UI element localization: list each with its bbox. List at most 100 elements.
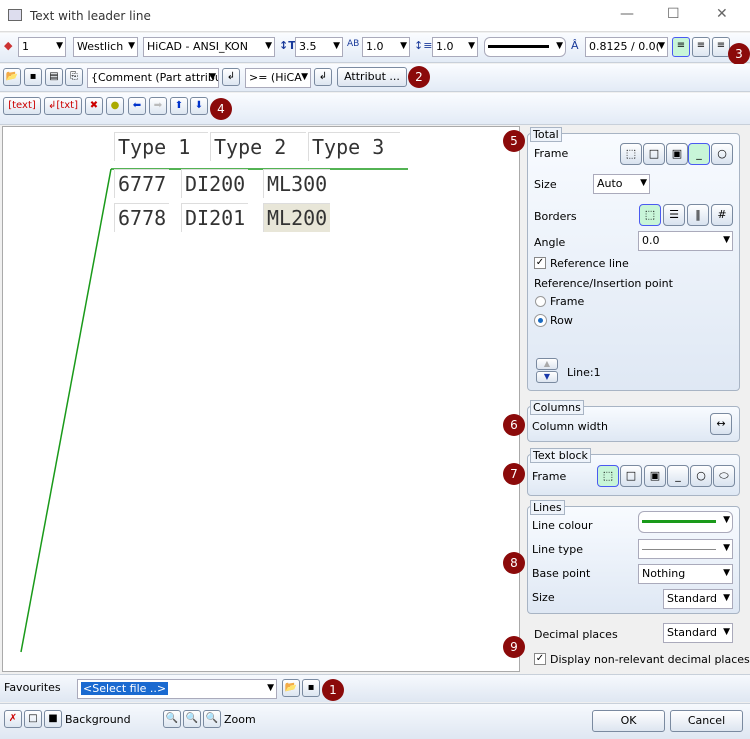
frame-radio[interactable] <box>535 296 546 307</box>
table-cell[interactable]: DI201 <box>181 203 249 232</box>
attribut-button[interactable]: Attribut ... <box>337 67 407 87</box>
display-decimals-checkbox[interactable]: ✓ <box>534 653 546 665</box>
operator-combo[interactable]: >= (HiCA <box>245 68 311 88</box>
font-combo[interactable]: Westlich <box>73 37 138 57</box>
layer-combo[interactable]: 1 <box>18 37 66 57</box>
line-down-button[interactable]: ▼ <box>536 371 558 383</box>
frame-rect-button[interactable]: □ <box>643 143 665 165</box>
tb-frame-rounded-button[interactable]: ⬭ <box>713 465 735 487</box>
borders-none-button[interactable]: ⬚ <box>639 204 661 226</box>
zoom-fit-icon[interactable]: 🔍 <box>203 710 221 728</box>
insert-operator-button[interactable]: ↲ <box>314 68 332 86</box>
badge-6: 6 <box>503 414 525 436</box>
zoom-in-icon[interactable]: 🔍 <box>163 710 181 728</box>
copy-icon[interactable]: ⎘ <box>65 68 83 86</box>
maximize-button[interactable]: ☐ <box>667 6 680 22</box>
zoom-out-icon[interactable]: 🔍 <box>183 710 201 728</box>
badge-1: 1 <box>322 679 344 701</box>
save-icon[interactable]: ▪ <box>24 68 42 86</box>
coins-icon[interactable]: ● <box>106 97 124 115</box>
header-cell[interactable]: Type 1 <box>114 132 208 161</box>
ratio-combo[interactable]: 0.8125 / 0.0( <box>585 37 668 57</box>
line-style-combo[interactable] <box>484 37 566 57</box>
tb-frame-underline-button[interactable]: _ <box>667 465 689 487</box>
table-cell[interactable]: 6778 <box>114 203 170 232</box>
arrow-right-icon[interactable]: ➡ <box>149 97 167 115</box>
bg-none-button[interactable]: ✗ <box>4 710 22 728</box>
frame-circle-button[interactable]: ○ <box>711 143 733 165</box>
height-combo[interactable]: 3.5 <box>295 37 343 57</box>
char-spacing-icon: AB <box>347 39 360 49</box>
text-height-icon: ↕T <box>279 39 296 52</box>
column-width-button[interactable]: ↔ <box>710 413 732 435</box>
base-point-combo[interactable]: Nothing <box>638 564 733 584</box>
align-left-button[interactable]: ≡ <box>672 37 690 57</box>
tb-frame-circle-button[interactable]: ○ <box>690 465 712 487</box>
tb-frame-double-button[interactable]: ▣ <box>644 465 666 487</box>
spacing-combo[interactable]: 1.0 <box>362 37 410 57</box>
borders-vertical-button[interactable]: ‖ <box>687 204 709 226</box>
insert-attribute-button[interactable]: ↲ <box>222 68 240 86</box>
frame-none-button[interactable]: ⬚ <box>620 143 642 165</box>
borders-horizontal-button[interactable]: ☰ <box>663 204 685 226</box>
arrow-left-icon[interactable]: ⬅ <box>128 97 146 115</box>
borders-grid-button[interactable]: # <box>711 204 733 226</box>
table-cell[interactable]: DI200 <box>181 169 249 198</box>
decimal-places-combo[interactable]: Standard <box>663 623 733 643</box>
title-bar: Text with leader line — ☐ ✕ <box>0 0 750 32</box>
favourites-selection: <Select file ..> <box>81 682 169 695</box>
txt-button[interactable]: ↲[txt] <box>44 97 82 115</box>
bg-black-button[interactable]: ■ <box>44 710 62 728</box>
arrow-down-icon[interactable]: ⬇ <box>190 97 208 115</box>
txt-button-label: txt <box>60 100 75 111</box>
size-combo[interactable]: Auto <box>593 174 650 194</box>
badge-5: 5 <box>503 130 525 152</box>
style-combo[interactable]: HiCAD - ANSI_KON <box>143 37 275 57</box>
text-toolbar: [text] ↲[txt] ✖ ● ⬅ ➡ ⬆ ⬇ 4 <box>0 93 750 125</box>
size-label: Size <box>534 178 557 191</box>
badge-3: 3 <box>728 43 750 65</box>
table-cell-selected[interactable]: ML200 <box>263 203 331 232</box>
lines-label: Lines <box>530 500 565 515</box>
lines-size-combo[interactable]: Standard <box>663 589 733 609</box>
columns-label: Columns <box>530 400 584 415</box>
close-button[interactable]: ✕ <box>716 6 728 22</box>
save-favourite-icon[interactable]: ▪ <box>302 679 320 697</box>
load-favourite-icon[interactable]: 📂 <box>282 679 300 697</box>
row-radio[interactable] <box>534 314 547 327</box>
delete-icon[interactable]: ✖ <box>85 97 103 115</box>
display-decimals-label: Display non-relevant decimal places <box>550 653 750 666</box>
paste-icon[interactable]: ▤ <box>45 68 63 86</box>
angle-combo[interactable]: 0.0 <box>638 231 733 251</box>
cancel-button[interactable]: Cancel <box>670 710 743 732</box>
column-width-label: Column width <box>532 420 608 433</box>
open-icon[interactable]: 📂 <box>3 68 21 86</box>
zoom-label: Zoom <box>224 713 256 726</box>
line-colour-combo[interactable] <box>638 511 733 533</box>
reference-line-checkbox[interactable]: ✓ <box>534 257 546 269</box>
frame-double-button[interactable]: ▣ <box>666 143 688 165</box>
table-cell[interactable]: 6777 <box>114 169 170 198</box>
line-colour-label: Line colour <box>532 519 593 532</box>
preview-canvas[interactable]: Type 1 Type 2 Type 3 6777 DI200 ML300 67… <box>2 126 520 672</box>
header-cell[interactable]: Type 2 <box>210 132 306 161</box>
tb-frame-none-button[interactable]: ⬚ <box>597 465 619 487</box>
text-button[interactable]: [text] <box>3 97 41 115</box>
minimize-button[interactable]: — <box>620 6 634 22</box>
table-cell[interactable]: ML300 <box>263 169 331 198</box>
tb-frame-rect-button[interactable]: □ <box>620 465 642 487</box>
footer: ✗ □ ■ Background 🔍 🔍 🔍 Zoom OK Cancel <box>0 703 750 739</box>
line-type-combo[interactable] <box>638 539 733 559</box>
favourites-combo[interactable]: <Select file ..> <box>77 679 277 699</box>
bg-white-button[interactable]: □ <box>24 710 42 728</box>
arrow-up-icon[interactable]: ⬆ <box>170 97 188 115</box>
frame-underline-button[interactable]: _ <box>688 143 710 165</box>
line-spacing-combo[interactable]: 1.0 <box>432 37 478 57</box>
attribute-combo[interactable]: {Comment (Part attribu <box>87 68 219 88</box>
line-type-sample <box>642 549 716 550</box>
line-up-button[interactable]: ▲ <box>536 358 558 370</box>
ok-button[interactable]: OK <box>592 710 665 732</box>
align-center-button[interactable]: ≡ <box>692 37 710 57</box>
badge-7: 7 <box>503 463 525 485</box>
header-cell[interactable]: Type 3 <box>308 132 400 161</box>
